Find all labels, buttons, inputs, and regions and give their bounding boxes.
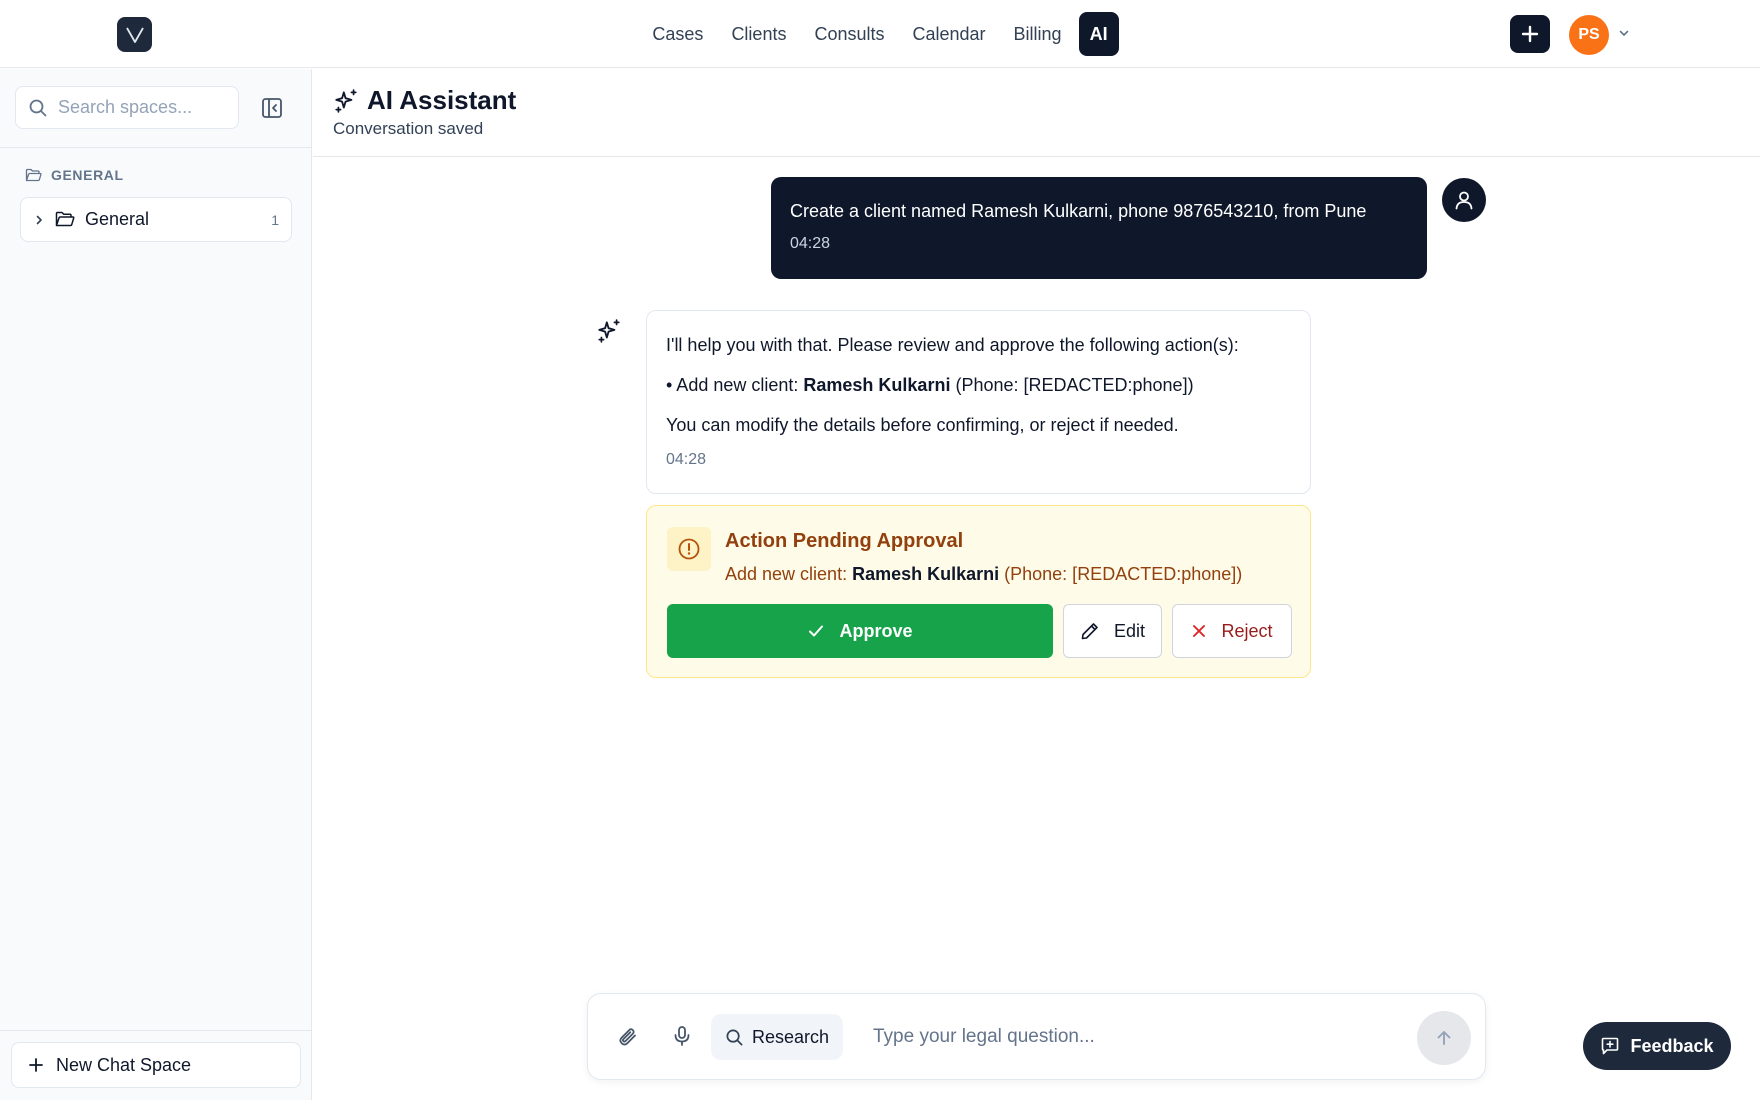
sidebar-bottom-divider bbox=[0, 1030, 311, 1031]
microphone-icon[interactable] bbox=[670, 1024, 694, 1048]
sparkles-icon bbox=[335, 88, 357, 113]
edit-label: Edit bbox=[1113, 620, 1146, 641]
user-message-time: 04:28 bbox=[790, 235, 831, 252]
folder-open-icon bbox=[55, 211, 75, 227]
send-button[interactable] bbox=[1417, 1011, 1471, 1065]
approve-button[interactable]: Approve bbox=[667, 604, 1053, 658]
research-label: Research bbox=[751, 1026, 830, 1047]
client-name: Ramesh Kulkarni bbox=[803, 375, 951, 395]
assistant-message-time: 04:28 bbox=[666, 451, 707, 468]
folder-count: 1 bbox=[271, 211, 279, 228]
reject-label: Reject bbox=[1221, 620, 1273, 641]
page-title: AI Assistant bbox=[367, 85, 517, 115]
conversation-status: Conversation saved bbox=[333, 119, 484, 138]
feedback-button[interactable]: Feedback bbox=[1583, 1022, 1731, 1070]
new-chat-space-button[interactable]: New Chat Space bbox=[11, 1042, 301, 1088]
assistant-message-bullet: • Add new client: Ramesh Kulkarni (Phone… bbox=[666, 375, 1194, 395]
sparkles-icon bbox=[598, 319, 620, 343]
approve-label: Approve bbox=[839, 620, 913, 641]
nav-billing[interactable]: Billing bbox=[1003, 12, 1073, 56]
new-chat-space-label: New Chat Space bbox=[56, 1054, 192, 1075]
research-button[interactable]: Research bbox=[711, 1014, 843, 1060]
folder-open-icon bbox=[25, 168, 42, 181]
alert-circle-icon bbox=[678, 538, 700, 560]
main-nav: Cases Clients Consults Calendar Billing … bbox=[0, 12, 1760, 56]
edit-button[interactable]: Edit bbox=[1063, 604, 1162, 658]
title-row: AI Assistant bbox=[333, 85, 516, 116]
client-name: Ramesh Kulkarni bbox=[852, 564, 1000, 584]
folder-name: General bbox=[85, 209, 150, 229]
pencil-icon bbox=[1081, 623, 1098, 640]
nav-consults[interactable]: Consults bbox=[803, 12, 895, 56]
paperclip-icon[interactable] bbox=[615, 1024, 639, 1048]
feedback-label: Feedback bbox=[1630, 1035, 1714, 1056]
message-composer: Research bbox=[587, 993, 1486, 1080]
user-message: Create a client named Ramesh Kulkarni, p… bbox=[771, 177, 1427, 279]
section-label: GENERAL bbox=[51, 167, 124, 183]
app-logo[interactable] bbox=[117, 17, 152, 52]
nav-clients[interactable]: Clients bbox=[720, 12, 797, 56]
x-icon bbox=[1193, 625, 1206, 637]
collapse-sidebar-icon[interactable] bbox=[260, 96, 284, 120]
reject-button[interactable]: Reject bbox=[1172, 604, 1292, 658]
section-general: GENERAL bbox=[25, 167, 124, 183]
search-input[interactable] bbox=[58, 97, 228, 118]
search-icon bbox=[29, 99, 47, 116]
sidebar: GENERAL General 1 New Chat Space bbox=[0, 69, 312, 1100]
chat-header: AI Assistant Conversation saved bbox=[313, 69, 1760, 157]
warning-badge bbox=[667, 527, 711, 571]
plus-icon bbox=[1521, 25, 1539, 43]
user-avatar-button[interactable]: PS bbox=[1569, 15, 1609, 55]
message-input[interactable] bbox=[873, 1017, 1393, 1057]
assistant-message-intro: I'll help you with that. Please review a… bbox=[666, 335, 1239, 355]
approval-title: Action Pending Approval bbox=[725, 530, 964, 552]
search-icon bbox=[726, 1029, 743, 1045]
top-bar: Cases Clients Consults Calendar Billing … bbox=[0, 0, 1760, 68]
message-plus-icon bbox=[1602, 1037, 1619, 1055]
chevron-down-icon[interactable] bbox=[1618, 27, 1630, 39]
nav-ai[interactable]: AI bbox=[1078, 12, 1119, 56]
search-spaces[interactable] bbox=[15, 86, 239, 129]
user-avatar bbox=[1442, 178, 1486, 222]
assistant-message: I'll help you with that. Please review a… bbox=[646, 310, 1311, 494]
logo-v-icon bbox=[125, 27, 144, 43]
nav-calendar[interactable]: Calendar bbox=[902, 12, 997, 56]
plus-icon bbox=[29, 1058, 43, 1072]
sidebar-divider bbox=[0, 147, 311, 148]
create-new-button[interactable] bbox=[1510, 15, 1550, 53]
approval-card: Action Pending Approval Add new client: … bbox=[646, 505, 1311, 678]
folder-item-general[interactable]: General 1 bbox=[20, 197, 292, 242]
arrow-up-icon bbox=[1437, 1031, 1451, 1045]
approval-detail: Add new client: Ramesh Kulkarni (Phone: … bbox=[725, 564, 1243, 584]
check-icon bbox=[809, 625, 824, 637]
user-message-text: Create a client named Ramesh Kulkarni, p… bbox=[790, 201, 1367, 221]
nav-cases[interactable]: Cases bbox=[641, 12, 714, 56]
assistant-message-outro: You can modify the details before confir… bbox=[666, 415, 1179, 435]
user-icon bbox=[1455, 191, 1473, 210]
chevron-right-icon[interactable] bbox=[33, 214, 45, 226]
